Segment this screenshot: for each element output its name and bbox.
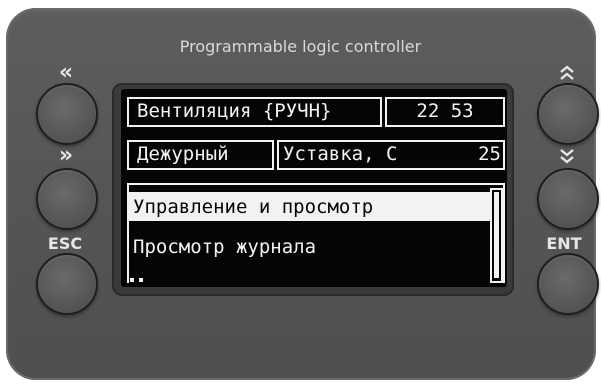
mode-cell: Вентиляция {РУЧН} [127,97,382,127]
menu-item-label: Просмотр журнала [133,236,317,258]
double-chevron-right-icon: » [58,143,74,168]
setpoint-label: Уставка, С [283,143,398,165]
esc-label: ESC [47,234,83,253]
double-chevron-left-icon: « [58,60,74,85]
mode-text: Вентиляция {РУЧН} [137,100,332,122]
menu-item-manage[interactable]: Управление и просмотр [133,194,373,220]
menu-item-journal[interactable]: Просмотр журнала [133,234,316,260]
state-text: Дежурный [137,143,229,165]
ent-label: ENT [546,234,582,253]
menu-scrollbar-thumb[interactable] [494,192,499,278]
menu-more-dot [130,278,134,282]
state-cell: Дежурный [127,140,274,170]
up-button[interactable] [537,83,599,145]
device-title: Programmable logic controller [179,37,422,56]
clock-text: 22 53 [416,100,474,122]
setpoint-cell: Уставка, С 25 [277,140,505,170]
double-chevron-down-icon [547,147,587,165]
menu-item-label: Управление и просмотр [133,196,374,218]
clock-cell: 22 53 [385,97,505,127]
scroll-right-label: » [46,143,86,168]
esc-button[interactable] [36,253,98,315]
scroll-right-button[interactable] [36,168,98,230]
down-button[interactable] [537,168,599,230]
ent-button[interactable] [537,253,599,315]
scroll-left-button[interactable] [36,83,98,145]
menu-more-dot [139,278,143,282]
setpoint-value: 25 [478,143,501,165]
double-chevron-up-icon [547,64,587,82]
scroll-left-label: « [46,60,86,85]
